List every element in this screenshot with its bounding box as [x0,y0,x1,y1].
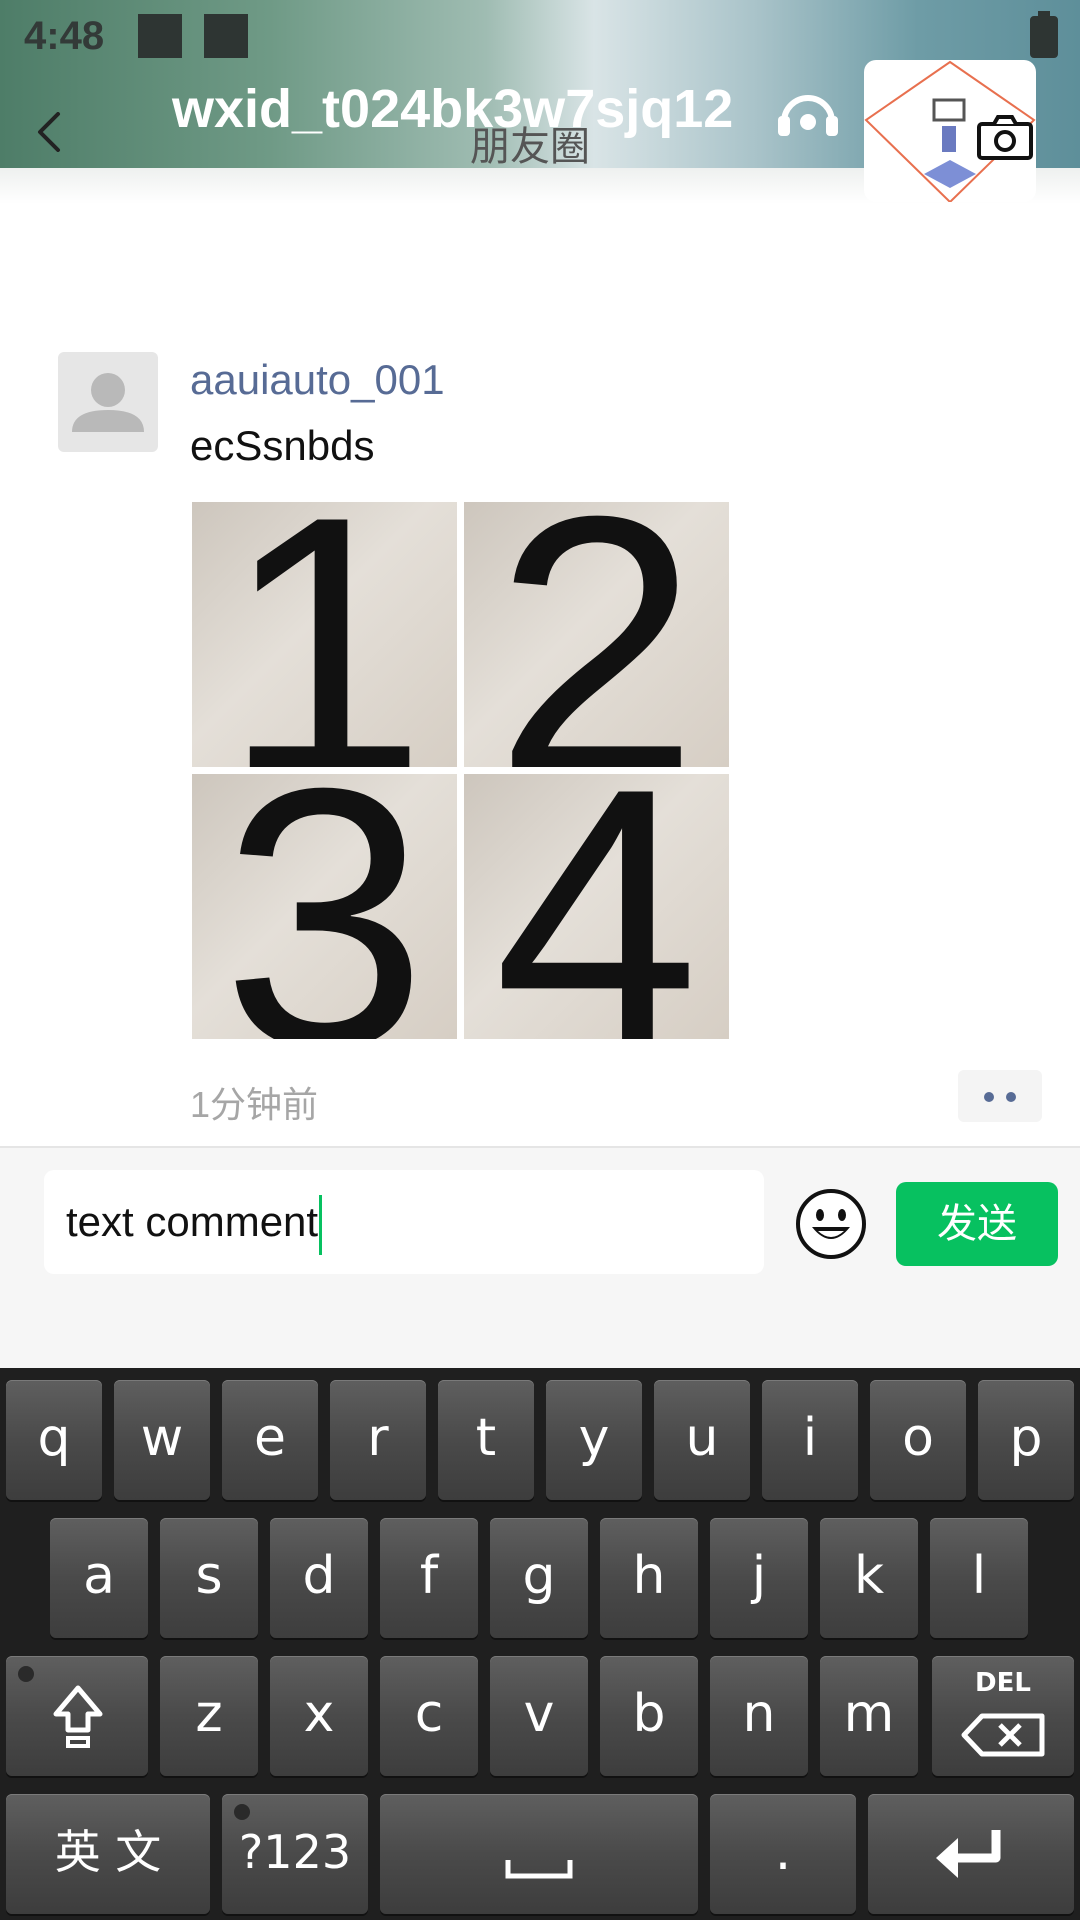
post-photo-3[interactable]: 3 [192,774,457,1039]
enter-key[interactable] [868,1794,1074,1914]
key-s[interactable]: s [160,1518,258,1638]
avatar[interactable] [58,352,158,452]
notification-icon [204,14,248,58]
comment-input[interactable]: text comment [44,1170,764,1274]
photo-digit: 4 [493,774,700,1039]
key-r[interactable]: r [330,1380,426,1500]
symbols-key[interactable]: ?123 [222,1794,368,1914]
send-button[interactable]: 发送 [896,1182,1058,1266]
post-author-name[interactable]: aauiauto_001 [190,356,445,404]
key-period[interactable]: . [710,1794,856,1914]
battery-icon [1030,11,1058,58]
space-icon [505,1860,573,1879]
space-key[interactable] [380,1794,698,1914]
emoji-icon[interactable] [794,1187,868,1261]
comment-input-value: text comment [66,1198,319,1245]
symbols-key-label: ?123 [238,1825,352,1879]
post-photo-4[interactable]: 4 [464,774,729,1039]
key-b[interactable]: b [600,1656,698,1776]
headset-icon [778,95,838,136]
key-i[interactable]: i [762,1380,858,1500]
key-w[interactable]: w [114,1380,210,1500]
delete-key-label: DEL [975,1668,1031,1698]
wechat-moments-screen: 4:48 wxid_t024bk3w7sjq12 朋友圈 aauiauto_00… [0,0,1080,1920]
status-time: 4:48 [24,14,105,58]
key-n[interactable]: n [710,1656,808,1776]
key-d[interactable]: d [270,1518,368,1638]
post-photo-1[interactable]: 1 [192,502,457,767]
notification-icon [138,14,182,58]
key-indicator-dot [18,1666,34,1682]
key-p[interactable]: p [978,1380,1074,1500]
soft-keyboard: q w e r t y u i o p a s d f g h j k l z … [0,1368,1080,1920]
key-u[interactable]: u [654,1380,750,1500]
photo-digit: 3 [221,774,428,1039]
language-switch-key[interactable]: 英 文 [6,1794,210,1914]
shift-key[interactable] [6,1656,148,1776]
key-h[interactable]: h [600,1518,698,1638]
key-k[interactable]: k [820,1518,918,1638]
key-j[interactable]: j [710,1518,808,1638]
key-c[interactable]: c [380,1656,478,1776]
key-g[interactable]: g [490,1518,588,1638]
more-dot-icon [1006,1092,1016,1102]
more-dot-icon [984,1092,994,1102]
post-photo-2[interactable]: 2 [464,502,729,767]
back-icon[interactable] [30,112,70,152]
key-q[interactable]: q [6,1380,102,1500]
key-t[interactable]: t [438,1380,534,1500]
key-f[interactable]: f [380,1518,478,1638]
photo-digit: 1 [221,502,428,767]
page-title: 朋友圈 [470,125,590,168]
key-e[interactable]: e [222,1380,318,1500]
key-x[interactable]: x [270,1656,368,1776]
key-m[interactable]: m [820,1656,918,1776]
key-v[interactable]: v [490,1656,588,1776]
key-o[interactable]: o [870,1380,966,1500]
default-avatar-icon [72,373,144,432]
key-y[interactable]: y [546,1380,642,1500]
key-a[interactable]: a [50,1518,148,1638]
post-more-button[interactable] [958,1070,1042,1122]
key-indicator-dot [234,1804,250,1820]
backspace-icon [961,1713,1045,1757]
post-timestamp: 1分钟前 [190,1084,319,1125]
shift-arrow-icon [53,1685,103,1748]
photo-digit: 2 [493,502,700,767]
text-caret [319,1194,323,1255]
key-l[interactable]: l [930,1518,1028,1638]
camera-icon[interactable] [976,114,1034,162]
profile-username: wxid_t024bk3w7sjq12 [172,79,734,139]
delete-key[interactable]: DEL [932,1656,1074,1776]
post-text: ecSsnbds [190,422,375,469]
enter-icon [936,1830,1001,1878]
key-z[interactable]: z [160,1656,258,1776]
